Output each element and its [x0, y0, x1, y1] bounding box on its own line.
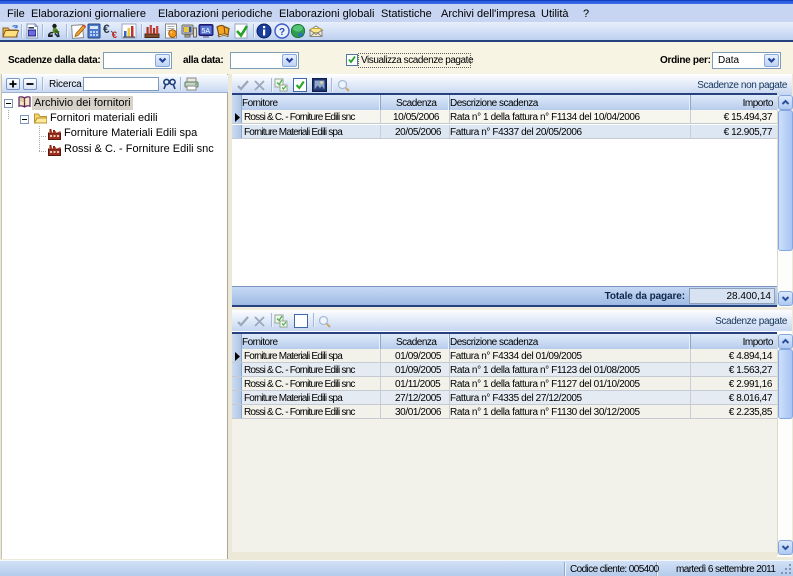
svg-text:€: €: [103, 23, 110, 36]
svg-text:€: €: [112, 30, 117, 39]
svg-text:5A: 5A: [202, 28, 211, 35]
svg-text:?: ?: [279, 27, 285, 38]
